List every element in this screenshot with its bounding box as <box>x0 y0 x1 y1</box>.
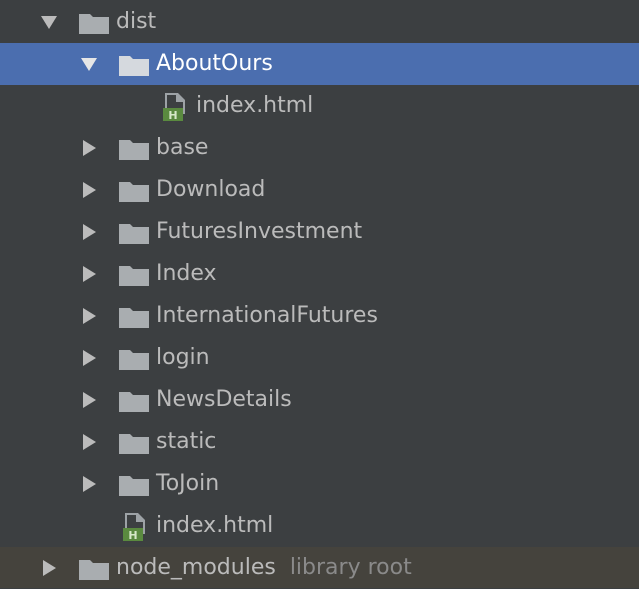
chevron-right-icon[interactable] <box>80 139 98 157</box>
tree-node-download[interactable]: Download <box>0 169 639 211</box>
chevron-right-icon[interactable] <box>80 433 98 451</box>
tree-node-label: dist <box>116 9 157 34</box>
tree-node-label: AboutOurs <box>156 51 273 76</box>
tree-node-label: NewsDetails <box>156 387 292 412</box>
folder-icon <box>119 54 149 76</box>
tree-node-tojoin[interactable]: ToJoin <box>0 463 639 505</box>
tree-node-label: login <box>156 345 210 370</box>
tree-node-label: InternationalFutures <box>156 303 378 328</box>
folder-icon <box>79 558 109 580</box>
html-file-icon: H <box>119 511 151 543</box>
chevron-down-icon[interactable] <box>80 55 98 73</box>
html-file-icon: H <box>159 91 191 123</box>
tree-node-label: Index <box>156 261 217 286</box>
tree-node-aboutours[interactable]: AboutOurs <box>0 43 639 85</box>
project-tree: dist AboutOurs H index.html base Downloa… <box>0 0 639 588</box>
chevron-right-icon[interactable] <box>80 181 98 199</box>
tree-node-label: node_modules <box>116 555 276 580</box>
chevron-right-icon[interactable] <box>80 475 98 493</box>
tree-node-label: static <box>156 429 217 454</box>
tree-node-internationalfutures[interactable]: InternationalFutures <box>0 295 639 337</box>
folder-icon <box>119 348 149 370</box>
svg-text:H: H <box>128 529 137 542</box>
tree-node-futuresinvestment[interactable]: FuturesInvestment <box>0 211 639 253</box>
tree-node-aboutours-index-html[interactable]: H index.html <box>0 85 639 127</box>
chevron-right-icon[interactable] <box>80 307 98 325</box>
chevron-right-icon[interactable] <box>80 349 98 367</box>
chevron-right-icon[interactable] <box>80 391 98 409</box>
folder-icon <box>119 390 149 412</box>
tree-node-node-modules[interactable]: node_modules library root <box>0 547 639 588</box>
folder-icon <box>119 138 149 160</box>
folder-icon <box>119 180 149 202</box>
tree-node-static[interactable]: static <box>0 421 639 463</box>
tree-node-label-row: node_modules library root <box>116 547 412 589</box>
folder-icon <box>119 432 149 454</box>
folder-icon <box>119 474 149 496</box>
folder-icon <box>119 222 149 244</box>
tree-node-label: Download <box>156 177 266 202</box>
chevron-right-icon[interactable] <box>80 265 98 283</box>
tree-node-label: FuturesInvestment <box>156 219 363 244</box>
chevron-down-icon[interactable] <box>40 13 58 31</box>
chevron-right-icon[interactable] <box>40 559 58 577</box>
tree-node-login[interactable]: login <box>0 337 639 379</box>
folder-icon <box>119 306 149 328</box>
folder-icon <box>79 12 109 34</box>
tree-node-newsdetails[interactable]: NewsDetails <box>0 379 639 421</box>
tree-node-label: ToJoin <box>156 471 220 496</box>
tree-node-label: base <box>156 135 209 160</box>
tree-node-index[interactable]: Index <box>0 253 639 295</box>
folder-icon <box>119 264 149 286</box>
tree-node-label: index.html <box>196 93 314 118</box>
tree-node-dist-index-html[interactable]: H index.html <box>0 505 639 547</box>
library-root-note: library root <box>289 555 412 580</box>
tree-node-label: index.html <box>156 513 274 538</box>
tree-node-dist[interactable]: dist <box>0 1 639 43</box>
svg-text:H: H <box>168 109 177 122</box>
tree-node-base[interactable]: base <box>0 127 639 169</box>
chevron-right-icon[interactable] <box>80 223 98 241</box>
